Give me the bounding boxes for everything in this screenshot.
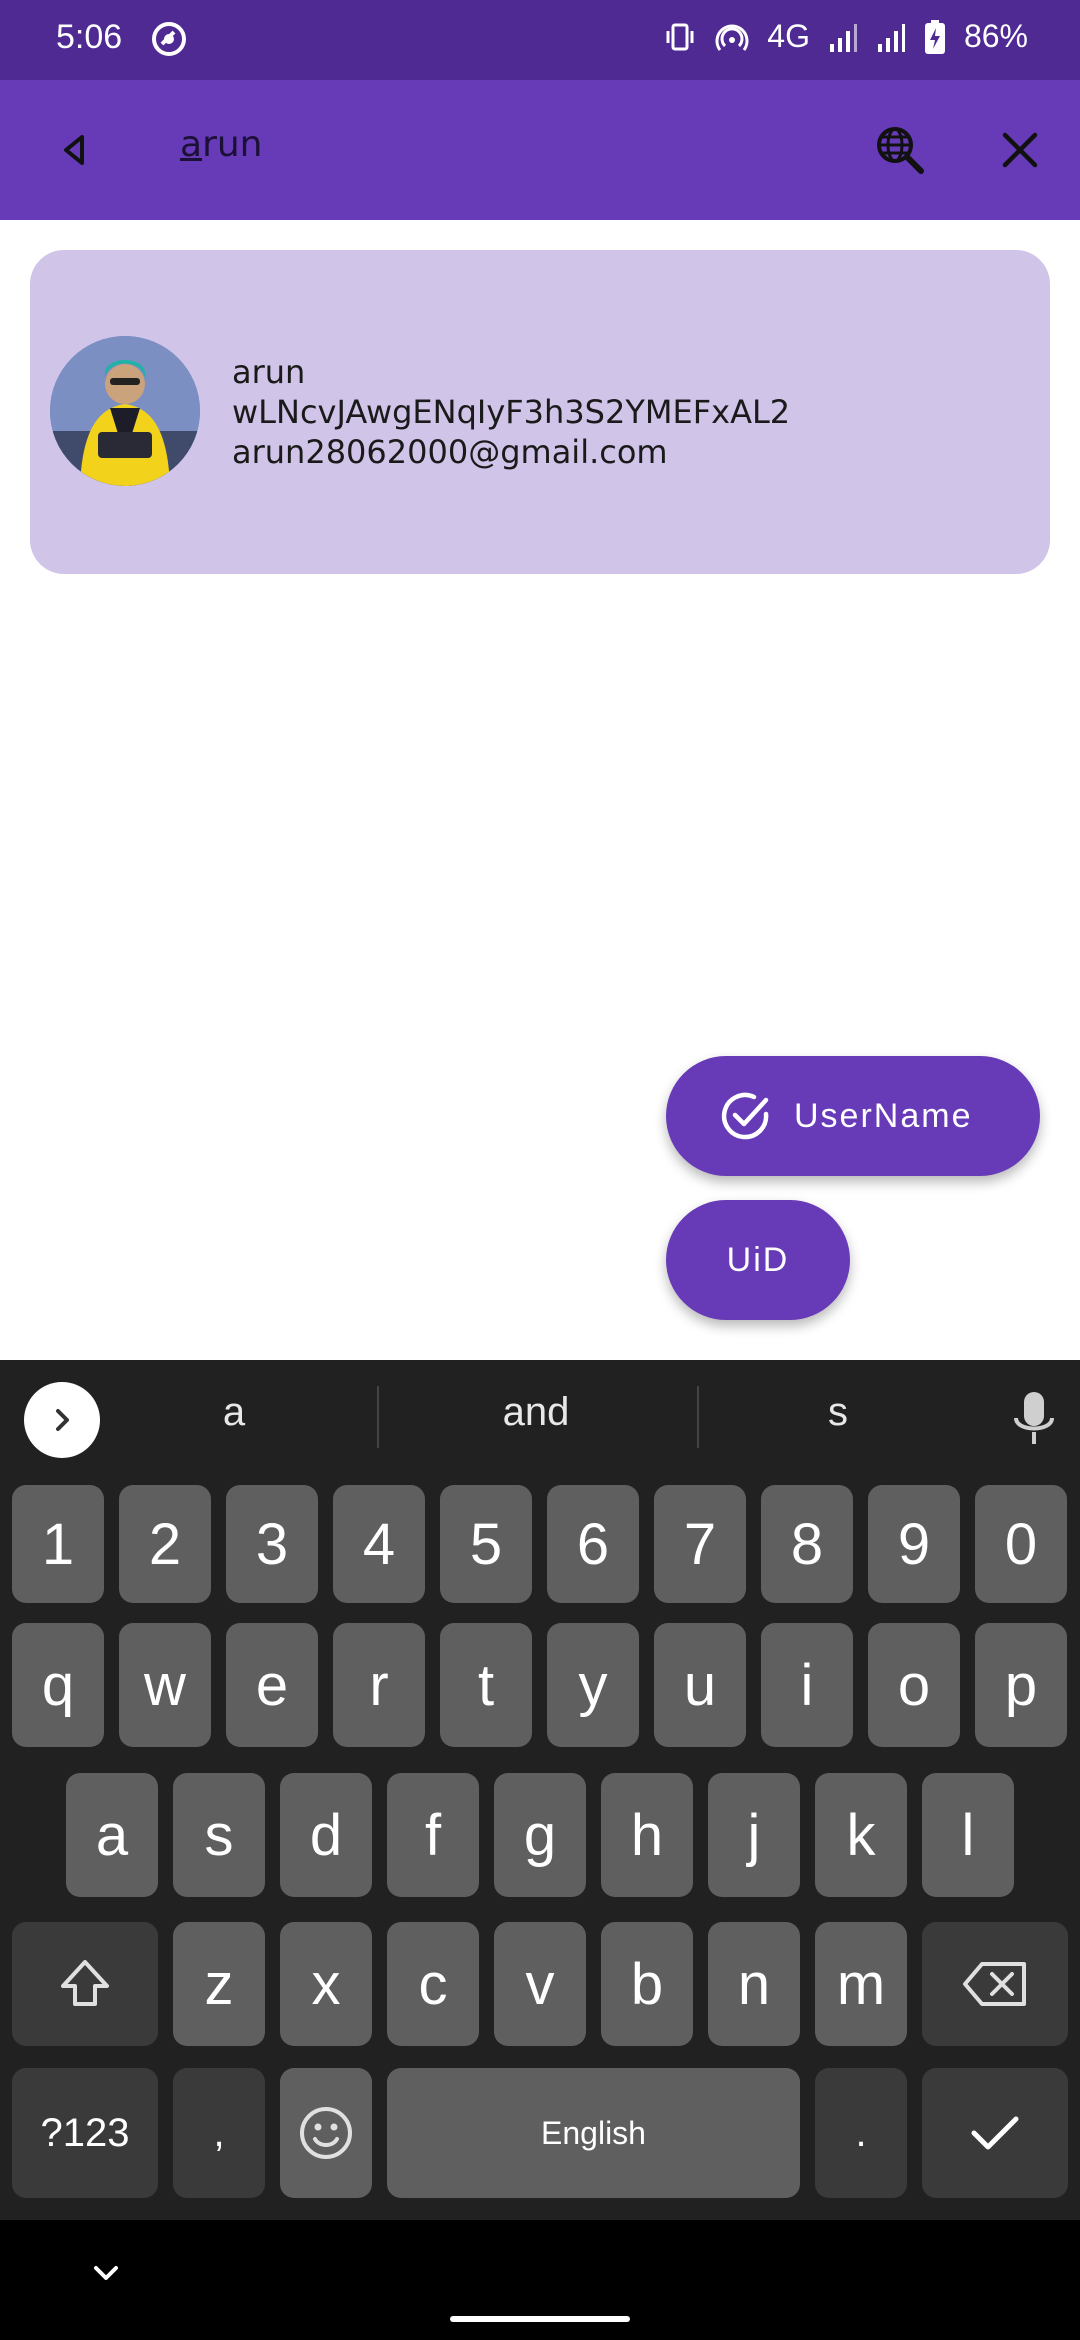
search-app-bar: arun [0,80,1080,220]
key-y[interactable]: y [547,1623,639,1747]
search-query-rest: run [202,124,263,165]
uid-filter-label: UiD [726,1240,790,1279]
home-gesture-pill[interactable] [450,2316,630,2322]
comma-key[interactable]: , [173,2068,265,2198]
key-h[interactable]: h [601,1773,693,1897]
emoji-icon [300,2107,352,2159]
key-8[interactable]: 8 [761,1485,853,1603]
back-triangle-icon [64,135,84,165]
check-circle-icon [721,1092,769,1140]
shift-icon [61,1960,109,2006]
key-l[interactable]: l [922,1773,1014,1897]
done-key[interactable] [922,2068,1068,2198]
key-5[interactable]: 5 [440,1485,532,1603]
suggestion-3[interactable]: s [748,1390,928,1435]
suggestion-divider [377,1386,379,1448]
key-9[interactable]: 9 [868,1485,960,1603]
suggestion-divider [697,1386,699,1448]
key-1[interactable]: 1 [12,1485,104,1603]
user-name: arun [232,353,306,391]
dnd-icon [152,22,186,56]
battery-charging-icon [924,19,945,54]
checkmark-icon [971,2116,1019,2150]
key-3[interactable]: 3 [226,1485,318,1603]
key-x[interactable]: x [280,1922,372,2046]
key-p[interactable]: p [975,1623,1067,1747]
signal-icon [877,23,905,52]
chevron-right-icon [56,1409,69,1431]
key-r[interactable]: r [333,1623,425,1747]
close-icon [1002,132,1038,168]
key-7[interactable]: 7 [654,1485,746,1603]
battery-percent: 86% [963,18,1028,54]
signal-icon [829,23,857,52]
status-time: 5:06 [56,18,123,56]
keyboard-expand-button[interactable] [24,1382,100,1458]
backspace-icon [963,1962,1026,2006]
key-2[interactable]: 2 [119,1485,211,1603]
key-u[interactable]: u [654,1623,746,1747]
key-c[interactable]: c [387,1922,479,2046]
key-d[interactable]: d [280,1773,372,1897]
globe-search-icon [877,127,924,174]
avatar [50,336,200,486]
key-s[interactable]: s [173,1773,265,1897]
key-g[interactable]: g [494,1773,586,1897]
period-key[interactable]: . [815,2068,907,2198]
vibrate-icon [666,23,694,50]
key-a[interactable]: a [66,1773,158,1897]
suggestion-2[interactable]: and [446,1390,626,1435]
search-query-composing: a [180,124,203,165]
key-0[interactable]: 0 [975,1485,1067,1603]
back-button[interactable] [46,122,102,178]
key-o[interactable]: o [868,1623,960,1747]
emoji-key[interactable] [280,2068,372,2198]
key-k[interactable]: k [815,1773,907,1897]
user-uid: wLNcvJAwgENqIyF3h3S2YMEFxAL2 [232,393,791,431]
key-i[interactable]: i [761,1623,853,1747]
space-key[interactable]: English [387,2068,800,2198]
search-input[interactable]: arun [180,124,263,165]
hide-keyboard-chevron-icon[interactable] [86,2254,126,2294]
close-search-button[interactable] [990,120,1050,180]
system-nav-bar [0,2220,1080,2340]
microphone-icon[interactable] [1006,1388,1062,1448]
key-z[interactable]: z [173,1922,265,2046]
username-filter-button[interactable]: UserName [666,1056,1040,1176]
hotspot-icon [715,24,749,51]
key-b[interactable]: b [601,1922,693,2046]
network-type: 4G [767,18,810,54]
suggestion-strip: a and s [0,1360,1080,1470]
key-4[interactable]: 4 [333,1485,425,1603]
key-j[interactable]: j [708,1773,800,1897]
status-bar: 5:06 4G 86% [0,0,1080,80]
key-t[interactable]: t [440,1623,532,1747]
key-6[interactable]: 6 [547,1485,639,1603]
symbols-key[interactable]: ?123 [12,2068,158,2198]
user-email: arun28062000@gmail.com [232,433,668,471]
key-f[interactable]: f [387,1773,479,1897]
key-w[interactable]: w [119,1623,211,1747]
key-v[interactable]: v [494,1922,586,2046]
shift-key[interactable] [12,1922,158,2046]
user-result-card[interactable]: arun wLNcvJAwgENqIyF3h3S2YMEFxAL2 arun28… [30,250,1050,574]
uid-filter-button[interactable]: UiD [666,1200,850,1320]
username-filter-label: UserName [794,1096,973,1135]
backspace-key[interactable] [922,1922,1068,2046]
key-e[interactable]: e [226,1623,318,1747]
key-q[interactable]: q [12,1623,104,1747]
key-m[interactable]: m [815,1922,907,2046]
globe-search-button[interactable] [868,118,932,182]
soft-keyboard: a and s 1 2 3 4 5 6 7 8 9 0 q w e r t y … [0,1360,1080,2220]
user-details: arun wLNcvJAwgENqIyF3h3S2YMEFxAL2 arun28… [232,352,790,472]
key-n[interactable]: n [708,1922,800,2046]
avatar-image [50,336,200,486]
suggestion-1[interactable]: a [144,1390,324,1435]
